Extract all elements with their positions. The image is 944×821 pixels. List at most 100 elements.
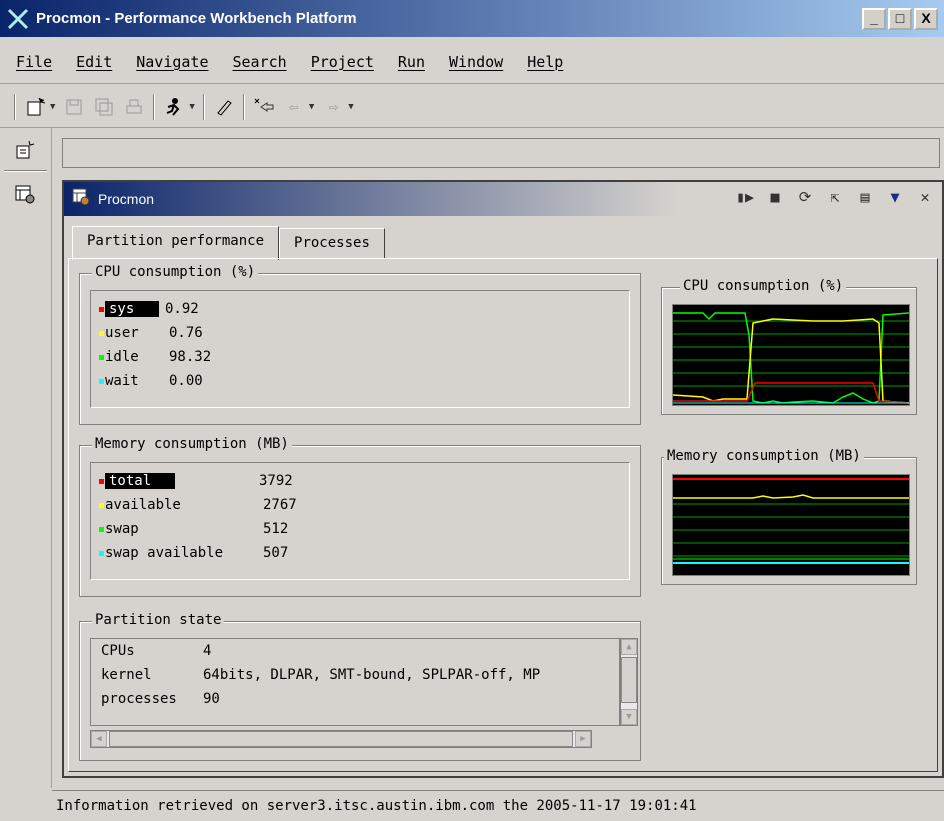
cpu-value: 0.00 — [169, 373, 203, 389]
partition-state-label: Partition state — [92, 612, 225, 628]
state-key: processes — [101, 691, 177, 707]
stop-icon[interactable]: ■ — [766, 188, 784, 206]
menu-edit[interactable]: Edit — [76, 53, 112, 71]
list-item[interactable]: total 3792 — [91, 469, 629, 493]
tab-partition-performance[interactable]: Partition performance — [72, 226, 280, 260]
new-dropdown-icon[interactable]: ▼ — [50, 102, 55, 112]
maximize-button[interactable]: □ — [888, 8, 912, 30]
state-value: 90 — [203, 691, 220, 707]
list-item[interactable]: swap 512 — [91, 517, 629, 541]
swap-available-color-swatch — [99, 550, 104, 556]
list-item: kernel 64bits, DLPAR, SMT-bound, SPLPAR-… — [91, 663, 619, 687]
view-tabs: Partition performance Processes — [72, 226, 385, 260]
status-text: Information retrieved on server3.itsc.au… — [56, 798, 697, 814]
save-icon — [63, 96, 85, 118]
procmon-view-icon — [72, 188, 90, 210]
menu-search[interactable]: Search — [233, 53, 287, 71]
memory-graph — [672, 474, 910, 576]
memory-value: 512 — [263, 521, 289, 537]
export-icon[interactable]: ⇱ — [826, 188, 844, 206]
scroll-left-icon[interactable]: ◀ — [91, 731, 107, 747]
menu-navigate[interactable]: Navigate — [136, 53, 208, 71]
memory-list[interactable]: total 3792 available 2767 swap 512 swap … — [90, 462, 630, 580]
list-item[interactable]: idle 98.32 — [91, 345, 629, 369]
memory-value: 507 — [263, 545, 289, 561]
procmon-perspective-icon[interactable] — [13, 182, 37, 206]
window-title-bar[interactable]: Procmon - Performance Workbench Platform… — [0, 0, 944, 37]
list-item[interactable]: wait 0.00 — [91, 369, 629, 393]
vertical-scrollbar[interactable]: ▲ ▼ — [620, 638, 638, 726]
scroll-down-icon[interactable]: ▼ — [621, 709, 637, 725]
list-item: CPUs 4 — [91, 639, 619, 663]
state-key: kernel — [101, 667, 152, 683]
menu-run[interactable]: Run — [398, 53, 425, 71]
view-menu-icon[interactable]: ▼ — [886, 188, 904, 206]
partition-state-list[interactable]: CPUs 4 kernel 64bits, DLPAR, SMT-bound, … — [90, 638, 620, 726]
cpu-value: 0.92 — [165, 301, 199, 317]
list-item[interactable]: sys 0.92 — [91, 297, 629, 321]
cpu-group-label: CPU consumption (%) — [92, 264, 259, 280]
sys-color-swatch — [99, 306, 104, 312]
menu-help[interactable]: Help — [527, 53, 563, 71]
view-title-bar[interactable]: Procmon ▮▶ ■ ⟳ ⇱ ▤ ▼ ✕ — [64, 182, 942, 216]
toolbar-separator — [242, 93, 245, 120]
edit-pen-icon[interactable] — [213, 96, 235, 118]
toolbar: ▼ ▼ ⇦ ▼ ⇨ ▼ — [0, 86, 944, 128]
cpu-list[interactable]: sys 0.92 user 0.76 idle 98.32 wait 0.00 — [90, 290, 630, 408]
refresh-icon[interactable]: ⟳ — [796, 188, 814, 206]
minimize-button[interactable]: _ — [862, 8, 886, 30]
open-perspective-icon[interactable] — [13, 138, 37, 162]
memory-name: available — [105, 497, 181, 513]
idle-color-swatch — [99, 354, 104, 360]
new-icon[interactable] — [24, 96, 46, 118]
available-color-swatch — [99, 502, 104, 508]
scroll-right-icon[interactable]: ▶ — [575, 731, 591, 747]
toolbar-separator — [202, 93, 205, 120]
toolbar-separator — [14, 93, 16, 120]
menu-file[interactable]: File — [16, 53, 52, 71]
partition-state-group: Partition state CPUs 4 kernel 64bits, DL… — [79, 612, 641, 761]
list-item[interactable]: available 2767 — [91, 493, 629, 517]
menu-project[interactable]: Project — [311, 53, 374, 71]
procmon-view: Procmon ▮▶ ■ ⟳ ⇱ ▤ ▼ ✕ Partition perform… — [62, 180, 944, 778]
horizontal-scrollbar[interactable]: ◀ ▶ — [90, 730, 592, 748]
close-view-icon[interactable]: ✕ — [916, 188, 934, 206]
total-color-swatch — [99, 478, 104, 484]
partition-performance-panel: CPU consumption (%) sys 0.92 user 0.76 i… — [68, 258, 938, 772]
list-item[interactable]: user 0.76 — [91, 321, 629, 345]
table-icon[interactable]: ▤ — [856, 188, 874, 206]
memory-value: 2767 — [263, 497, 297, 513]
tab-processes[interactable]: Processes — [279, 228, 385, 258]
shortcut-bar — [0, 128, 52, 788]
start-icon[interactable]: ▮▶ — [736, 188, 754, 206]
state-key: CPUs — [101, 643, 135, 659]
menu-window[interactable]: Window — [449, 53, 503, 71]
memory-group-label: Memory consumption (MB) — [92, 436, 292, 452]
forward-arrow-icon: ⇨ — [328, 97, 339, 116]
run-dropdown-icon[interactable]: ▼ — [189, 102, 194, 112]
toolbar-separator — [153, 93, 156, 120]
swap-color-swatch — [99, 526, 104, 532]
horizontal-scroll-thumb[interactable] — [109, 731, 573, 747]
print-icon — [123, 96, 145, 118]
vertical-scroll-thumb[interactable] — [621, 657, 637, 703]
cpu-value: 0.76 — [169, 325, 203, 341]
list-item[interactable]: swap available 507 — [91, 541, 629, 565]
cpu-name: sys — [105, 301, 159, 317]
editor-area — [62, 138, 940, 168]
memory-graph-group: Memory consumption (MB) — [661, 448, 917, 585]
state-value: 4 — [203, 643, 212, 659]
shortcut-separator — [4, 170, 47, 172]
run-icon[interactable] — [163, 96, 185, 118]
cpu-graph-label: CPU consumption (%) — [680, 278, 847, 294]
close-button[interactable]: X — [914, 8, 938, 30]
wait-color-swatch — [99, 378, 104, 384]
cpu-consumption-group: CPU consumption (%) sys 0.92 user 0.76 i… — [79, 264, 641, 425]
scroll-up-icon[interactable]: ▲ — [621, 639, 637, 655]
list-item: processes 90 — [91, 687, 619, 711]
cpu-graph-svg — [672, 312, 910, 404]
memory-name: total — [105, 473, 175, 489]
last-edit-icon[interactable] — [253, 96, 275, 118]
menu-bar: File Edit Navigate Search Project Run Wi… — [0, 40, 944, 84]
memory-value: 3792 — [259, 473, 293, 489]
